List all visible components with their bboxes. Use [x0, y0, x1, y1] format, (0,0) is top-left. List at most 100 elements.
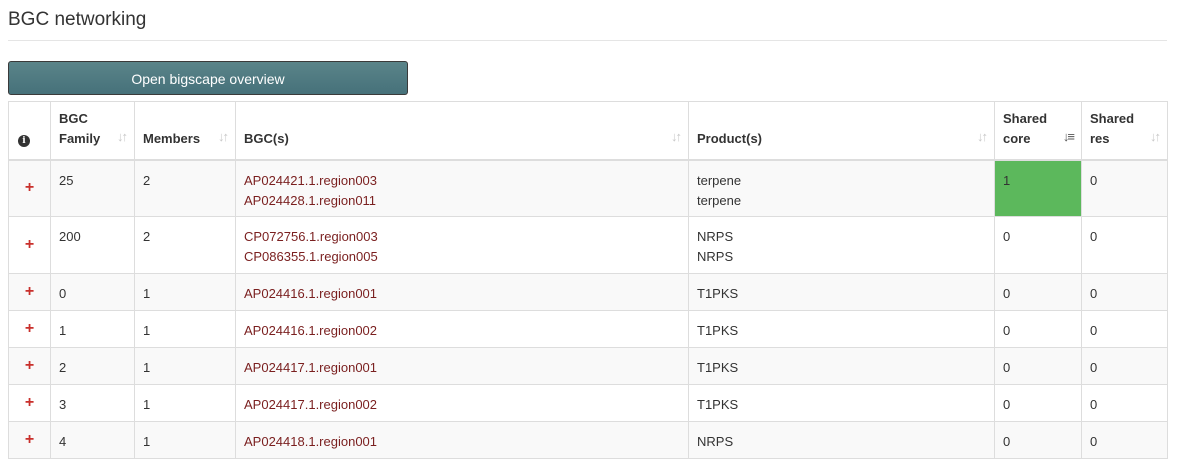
bgc-link[interactable]: AP024416.1.region002	[244, 321, 680, 341]
table-row: + 2 1 AP024417.1.region001 T1PKS 0 0	[8, 347, 1168, 385]
product-label: T1PKS	[697, 286, 739, 301]
product-label: NRPS	[697, 249, 734, 264]
members-cell: 1	[134, 421, 236, 459]
shared-core-cell: 0	[994, 310, 1082, 348]
bgc-link[interactable]: CP072756.1.region003	[244, 227, 680, 247]
product-label: NRPS	[697, 434, 734, 449]
bgc-link[interactable]: CP086355.1.region005	[244, 247, 680, 267]
products-cell: T1PKS	[688, 347, 995, 385]
page-title: BGC networking	[8, 9, 147, 30]
sort-icon: ↓↑	[1150, 128, 1161, 144]
bgc-link[interactable]: AP024428.1.region011	[244, 191, 680, 211]
header-bgcs[interactable]: BGC(s) ↓↑	[235, 101, 689, 161]
header-members[interactable]: Members ↓↑	[134, 101, 236, 161]
product-label: T1PKS	[697, 360, 739, 375]
products-cell: NRPS	[688, 421, 995, 459]
sort-icon: ↓↑	[977, 128, 988, 144]
members-cell: 1	[134, 347, 236, 385]
members-cell: 1	[134, 273, 236, 311]
members-cell: 2	[134, 216, 236, 274]
product-label: NRPS	[697, 229, 734, 244]
members-cell: 1	[134, 384, 236, 422]
bgcs-cell: AP024416.1.region001	[235, 273, 689, 311]
expand-row-button[interactable]: +	[8, 159, 51, 217]
bgc-link[interactable]: AP024421.1.region003	[244, 171, 680, 191]
family-cell: 0	[50, 273, 135, 311]
header-bgcs-label: BGC(s)	[244, 130, 289, 146]
family-cell: 4	[50, 421, 135, 459]
shared-core-cell: 0	[994, 273, 1082, 311]
bgc-link[interactable]: AP024416.1.region001	[244, 284, 680, 304]
bgc-link[interactable]: AP024417.1.region001	[244, 358, 680, 378]
bgc-link[interactable]: AP024418.1.region001	[244, 432, 680, 452]
header-shared-res-line1: Shared	[1090, 110, 1135, 126]
members-cell: 2	[134, 159, 236, 217]
products-cell: T1PKS	[688, 273, 995, 311]
title-divider	[8, 40, 1167, 41]
header-bgc-family-line1: BGC	[59, 110, 88, 126]
table-row: + 200 2 CP072756.1.region003 CP086355.1.…	[8, 216, 1168, 274]
bgcs-cell: AP024416.1.region002	[235, 310, 689, 348]
products-cell: T1PKS	[688, 384, 995, 422]
header-shared-res-line2: res	[1090, 130, 1110, 146]
expand-row-button[interactable]: +	[8, 310, 51, 348]
shared-res-cell: 0	[1081, 347, 1168, 385]
sort-icon: ↓↑	[117, 128, 128, 144]
header-products[interactable]: Product(s) ↓↑	[688, 101, 995, 161]
bgcs-cell: CP072756.1.region003 CP086355.1.region00…	[235, 216, 689, 274]
family-cell: 2	[50, 347, 135, 385]
table-header-row: i BGC Family ↓↑ Members ↓↑ BGC(s) ↓↑ Pro…	[8, 101, 1168, 161]
header-members-label: Members	[143, 130, 201, 146]
products-cell: terpene terpene	[688, 159, 995, 217]
sort-icon: ↓↑	[218, 128, 229, 144]
shared-res-cell: 0	[1081, 310, 1168, 348]
shared-core-cell: 0	[994, 384, 1082, 422]
bgcs-cell: AP024417.1.region002	[235, 384, 689, 422]
bgc-family-table: i BGC Family ↓↑ Members ↓↑ BGC(s) ↓↑ Pro…	[8, 101, 1168, 459]
header-shared-res[interactable]: Shared res ↓↑	[1081, 101, 1168, 161]
expand-row-button[interactable]: +	[8, 216, 51, 274]
header-shared-core-line2: core	[1003, 130, 1031, 146]
products-cell: NRPS NRPS	[688, 216, 995, 274]
header-bgc-family-line2: Family	[59, 130, 101, 146]
info-icon[interactable]: i	[18, 134, 30, 147]
expand-row-button[interactable]: +	[8, 421, 51, 459]
table-row: + 1 1 AP024416.1.region002 T1PKS 0 0	[8, 310, 1168, 348]
product-label: T1PKS	[697, 323, 739, 338]
header-info: i	[8, 101, 51, 161]
product-label: T1PKS	[697, 397, 739, 412]
shared-res-cell: 0	[1081, 384, 1168, 422]
header-products-label: Product(s)	[697, 130, 762, 146]
family-cell: 3	[50, 384, 135, 422]
header-bgc-family[interactable]: BGC Family ↓↑	[50, 101, 135, 161]
sort-desc-icon: ↓≡	[1062, 128, 1075, 144]
product-label: terpene	[697, 192, 742, 208]
expand-row-button[interactable]: +	[8, 347, 51, 385]
shared-core-cell: 1	[994, 159, 1082, 217]
expand-row-button[interactable]: +	[8, 384, 51, 422]
open-bigscape-overview-button[interactable]: Open bigscape overview	[8, 61, 408, 95]
family-cell: 200	[50, 216, 135, 274]
products-cell: T1PKS	[688, 310, 995, 348]
table-row: + 4 1 AP024418.1.region001 NRPS 0 0	[8, 421, 1168, 459]
expand-row-button[interactable]: +	[8, 273, 51, 311]
header-shared-core[interactable]: Shared core ↓≡	[994, 101, 1082, 161]
shared-core-cell: 0	[994, 347, 1082, 385]
product-label: terpene	[697, 172, 742, 188]
shared-res-cell: 0	[1081, 421, 1168, 459]
shared-core-cell: 0	[994, 216, 1082, 274]
bgc-link[interactable]: AP024417.1.region002	[244, 395, 680, 415]
table-row: + 3 1 AP024417.1.region002 T1PKS 0 0	[8, 384, 1168, 422]
bgcs-cell: AP024421.1.region003 AP024428.1.region01…	[235, 159, 689, 217]
shared-res-cell: 0	[1081, 159, 1168, 217]
shared-res-cell: 0	[1081, 216, 1168, 274]
shared-res-cell: 0	[1081, 273, 1168, 311]
sort-icon: ↓↑	[671, 128, 682, 144]
table-row: + 0 1 AP024416.1.region001 T1PKS 0 0	[8, 273, 1168, 311]
family-cell: 25	[50, 159, 135, 217]
bgcs-cell: AP024417.1.region001	[235, 347, 689, 385]
family-cell: 1	[50, 310, 135, 348]
bgc-networking-panel: BGC networking Open bigscape overview i …	[0, 0, 1179, 459]
members-cell: 1	[134, 310, 236, 348]
shared-core-cell: 0	[994, 421, 1082, 459]
